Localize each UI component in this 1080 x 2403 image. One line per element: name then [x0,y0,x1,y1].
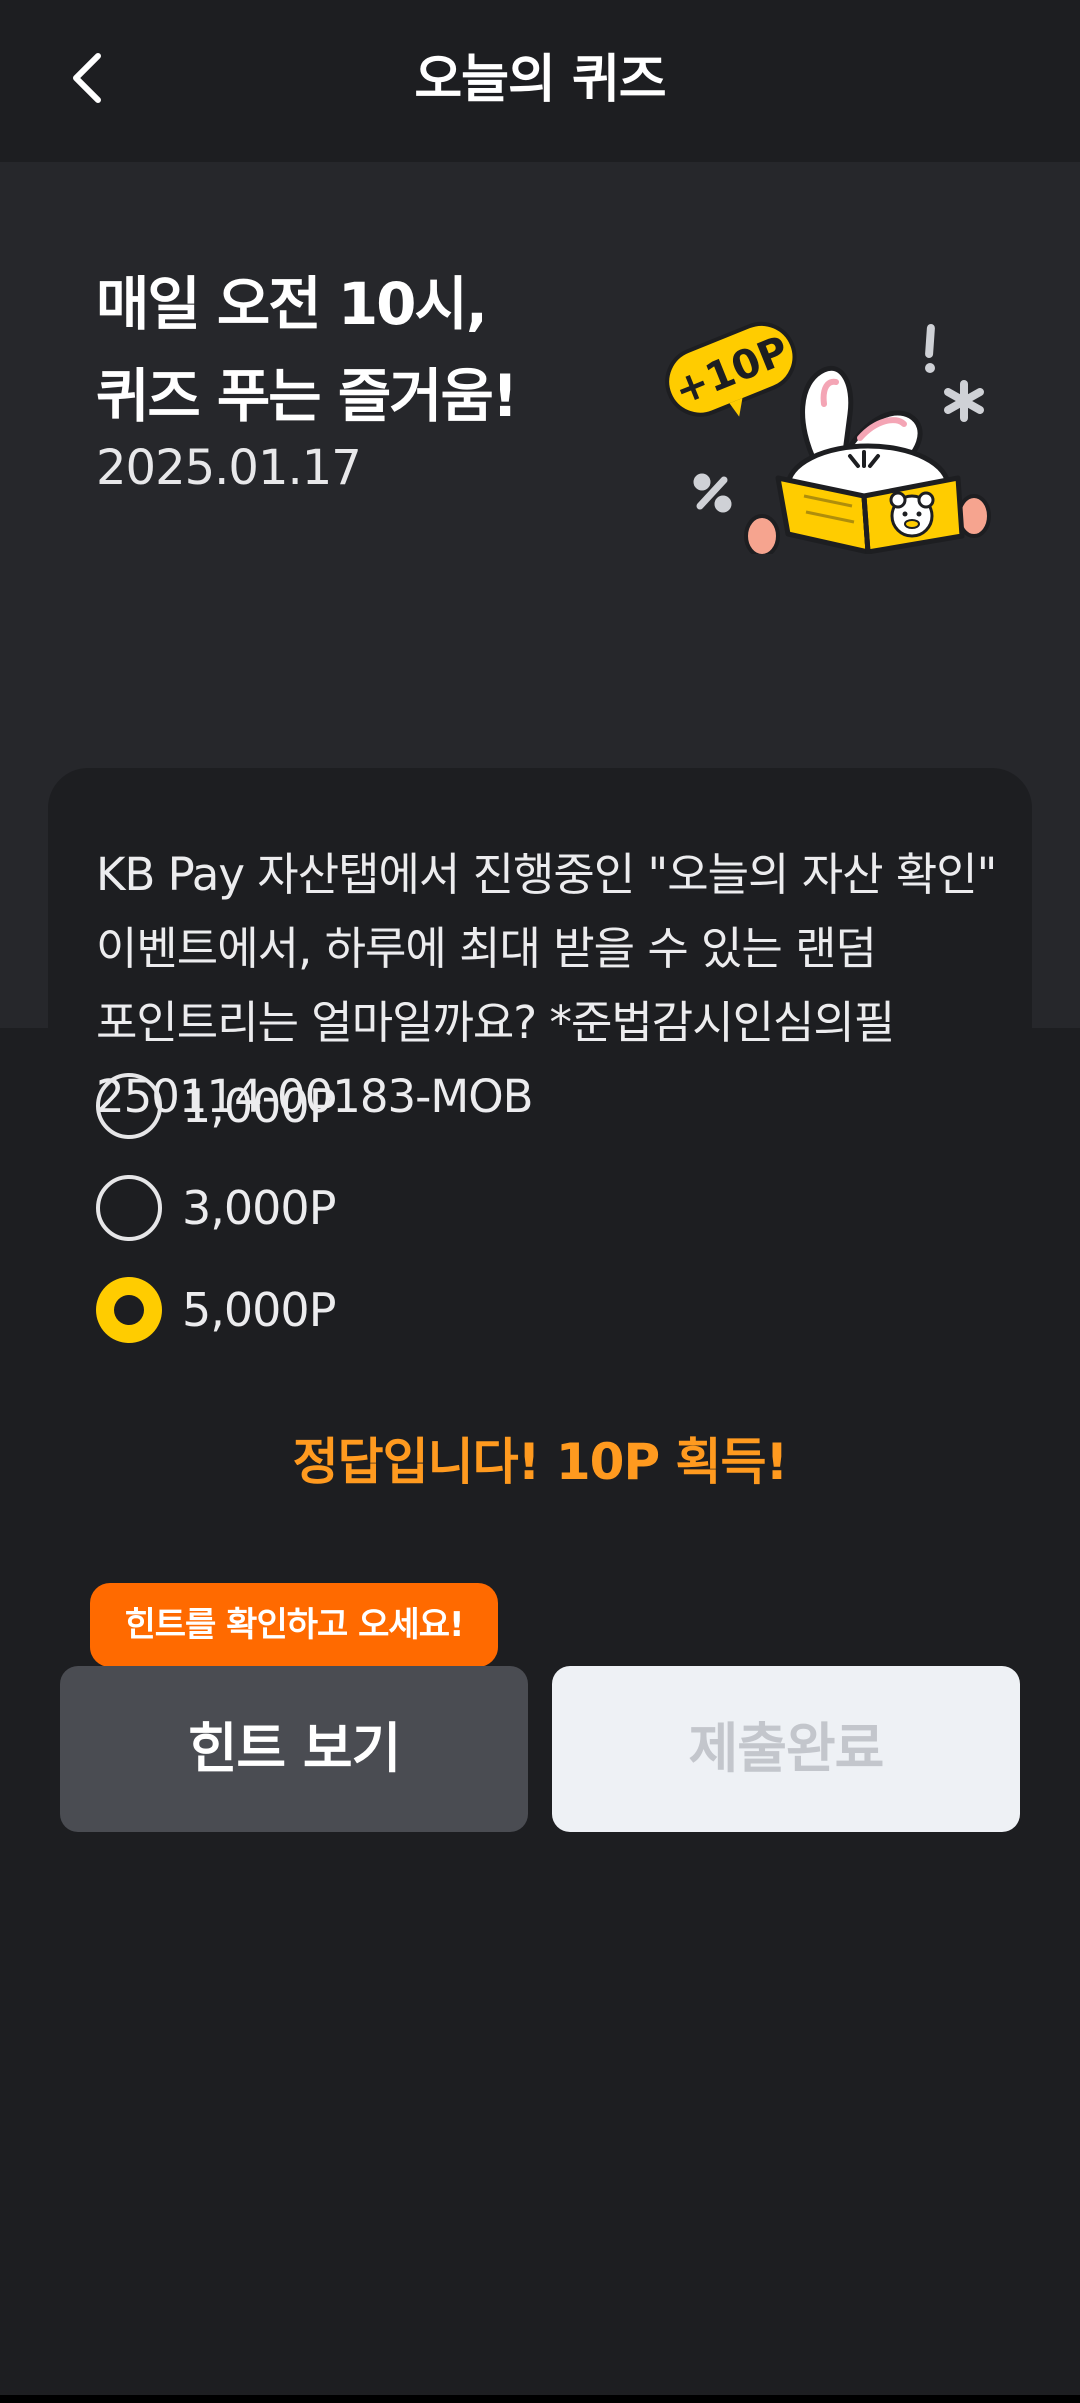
percent-icon [693,473,732,513]
quiz-banner: 매일 오전 10시, 퀴즈 푸는 즐거움! 2025.01.17 +10P KB… [0,162,1080,1188]
rabbit-reading-illustration: +10P [665,321,991,554]
answer-option-2[interactable]: 3,000P [96,1157,336,1259]
headline-line-1: 매일 오전 10시, [96,270,488,338]
hint-tooltip: 힌트를 확인하고 오세요! [90,1583,498,1683]
radio-button-selected[interactable] [96,1277,162,1343]
banner-headline: 매일 오전 10시, 퀴즈 푸는 즐거움! [96,258,518,442]
answer-options: 1,000P 3,000P 5,000P [96,1055,336,1361]
radio-button[interactable] [96,1073,162,1139]
hint-button[interactable]: 힌트 보기 [60,1666,528,1832]
answer-option-label: 3,000P [182,1181,336,1235]
submit-button: 제출완료 [552,1666,1020,1832]
app-header: 오늘의 퀴즈 [0,0,1080,162]
page-title: 오늘의 퀴즈 [414,50,666,110]
exclamation-mark-icon [925,324,935,373]
result-message: 정답입니다! 10P 획득! [292,1433,789,1491]
headline-line-2: 퀴즈 푸는 즐거움! [96,362,518,430]
radio-button[interactable] [96,1175,162,1241]
chevron-left-icon [73,53,101,103]
answer-option-label: 1,000P [182,1079,336,1133]
system-nav-bar [0,2395,1080,2403]
bear-face-icon [889,491,935,538]
asterisk-icon [944,380,984,422]
back-button[interactable] [46,36,126,120]
answer-option-1[interactable]: 1,000P [96,1055,336,1157]
answer-option-label: 5,000P [182,1283,336,1337]
quiz-date: 2025.01.17 [96,440,362,496]
points-badge: +10P [665,321,797,417]
answer-option-3[interactable]: 5,000P [96,1259,336,1361]
